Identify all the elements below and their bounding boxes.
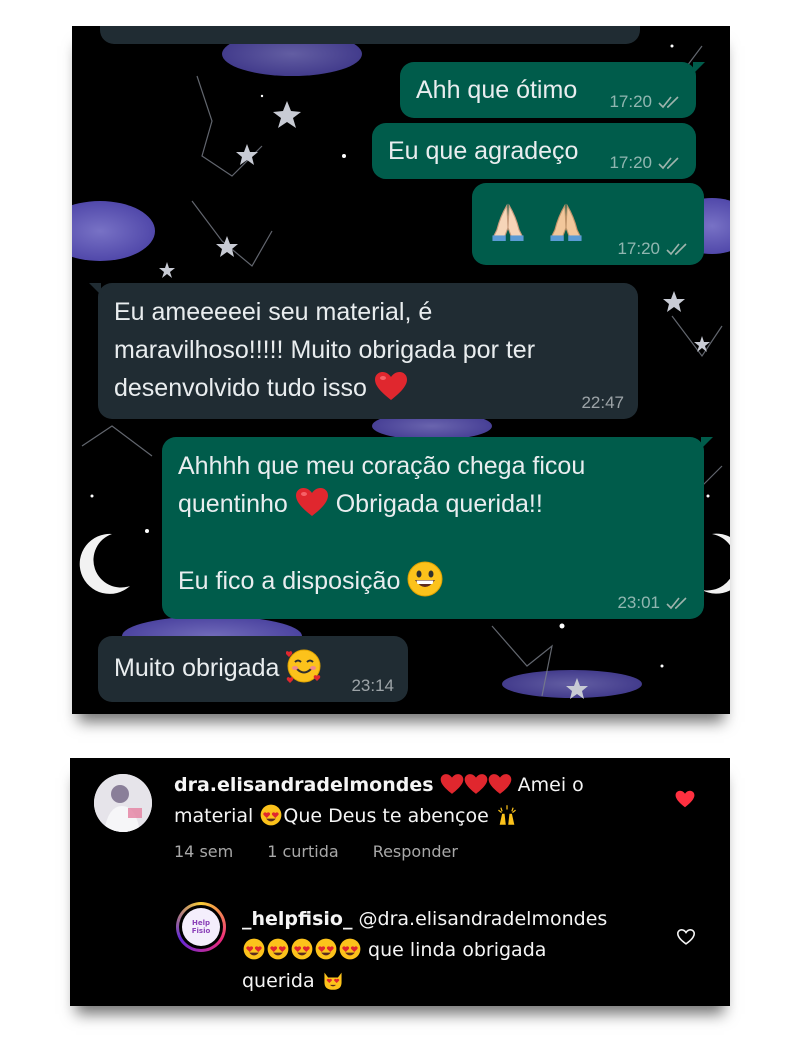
message-text: Ahh que ótimo xyxy=(416,76,578,104)
comment: dra.elisandradelmondes Amei o material Q… xyxy=(174,770,664,832)
double-check-icon xyxy=(666,242,690,256)
message-text: Eu que agradeço xyxy=(388,137,579,165)
reply-text: que linda obrigada xyxy=(368,939,547,961)
message-time: 17:20 xyxy=(617,239,660,258)
message-line-text: Eu fico a disposição xyxy=(178,567,401,595)
double-check-icon xyxy=(658,156,682,170)
message-time: 17:20 xyxy=(609,153,652,172)
message-line: Ahhhh que meu coração chega ficou xyxy=(178,452,586,480)
message-bubble-outgoing[interactable]: 17:20 xyxy=(472,183,704,265)
avatar-logo-text: Help Fisio xyxy=(191,919,211,935)
heart-eyes-cat-icon xyxy=(324,972,342,990)
reply-text: querida xyxy=(242,970,315,992)
heart-eyes-icon xyxy=(315,938,337,960)
raising-hands-icon xyxy=(497,805,516,825)
bubble-tail xyxy=(701,437,713,449)
heart-emojis xyxy=(440,774,518,796)
heart-eyes-icon xyxy=(267,938,289,960)
reply-comment: _helpfisio_ @dra.elisandradelmondes que … xyxy=(242,904,662,997)
message-line: Eu fico a disposição xyxy=(178,561,688,600)
message-meta: 17:20 xyxy=(609,92,682,112)
heart-eyes-icon xyxy=(243,938,265,960)
red-heart-icon xyxy=(488,774,511,794)
heart-eyes-emojis xyxy=(242,938,368,961)
message-meta: 23:01 xyxy=(617,593,690,613)
red-heart-icon xyxy=(374,372,407,400)
red-heart-icon xyxy=(440,774,463,794)
folded-hands-icon xyxy=(492,203,524,241)
comment-age: 14 sem xyxy=(174,842,234,861)
message-meta: 22:47 xyxy=(581,393,624,413)
message-time: 17:20 xyxy=(609,92,652,111)
reply-button[interactable]: Responder xyxy=(373,842,458,861)
message-bubble-clipped xyxy=(100,26,640,44)
message-time: 22:47 xyxy=(581,393,624,412)
comment-text: Amei o xyxy=(517,774,584,796)
heart-outline-icon[interactable] xyxy=(677,929,695,945)
message-meta: 17:20 xyxy=(609,153,682,173)
avatar-logo: Help Fisio xyxy=(182,908,220,946)
mention-link[interactable]: @dra.elisandradelmondes xyxy=(359,908,608,930)
avatar-inner: Help Fisio xyxy=(179,905,223,949)
message-line: maravilhoso!!!!! Muito obrigada por ter xyxy=(114,336,536,364)
instagram-comments-panel: dra.elisandradelmondes Amei o material Q… xyxy=(70,758,730,1006)
heart-eyes-icon xyxy=(260,804,282,826)
avatar-photo xyxy=(94,774,152,832)
bubble-tail xyxy=(89,283,101,295)
heart-filled-icon[interactable] xyxy=(675,790,695,808)
emoji-row xyxy=(488,199,688,243)
message-line: desenvolvido tudo isso xyxy=(114,369,622,407)
message-bubble-outgoing[interactable]: Eu que agradeço 17:20 xyxy=(372,123,696,179)
message-time: 23:14 xyxy=(351,676,394,695)
avatar[interactable]: Help Fisio xyxy=(176,902,226,952)
message-text: Muito obrigada xyxy=(114,654,280,682)
chat-panel: Ahh que ótimo 17:20 Eu que agradeço 17:2… xyxy=(72,26,730,714)
message-bubble-incoming[interactable]: Eu ameeeeei seu material, é maravilhoso!… xyxy=(89,283,638,419)
red-heart-icon xyxy=(464,774,487,794)
folded-hands-icon xyxy=(550,203,582,241)
comment-meta: 14 sem 1 curtida Responder xyxy=(174,842,458,861)
message-meta: 17:20 xyxy=(617,239,690,259)
message-line: quentinho Obrigada querida!! xyxy=(178,485,688,523)
message-line-text: Obrigada querida!! xyxy=(335,490,543,518)
message-bubble-outgoing[interactable]: Ahh que ótimo 17:20 xyxy=(400,62,705,118)
grinning-face-icon xyxy=(407,561,443,597)
message-line-text: desenvolvido tudo isso xyxy=(114,374,367,402)
message-bubble-incoming[interactable]: Muito obrigada 23:14 xyxy=(98,636,408,702)
comment-likes[interactable]: 1 curtida xyxy=(267,842,338,861)
double-check-icon xyxy=(658,95,682,109)
heart-eyes-icon xyxy=(291,938,313,960)
message-bubble-outgoing[interactable]: Ahhhh que meu coração chega ficou quenti… xyxy=(162,437,713,619)
comment-username[interactable]: dra.elisandradelmondes xyxy=(174,774,434,796)
message-line-text: quentinho xyxy=(178,490,288,518)
heart-eyes-icon xyxy=(339,938,361,960)
double-check-icon xyxy=(666,596,690,610)
avatar[interactable] xyxy=(94,774,152,832)
comment-text: material xyxy=(174,805,254,827)
red-heart-icon xyxy=(295,488,328,516)
smiling-face-with-hearts-icon xyxy=(286,649,321,683)
message-meta: 23:14 xyxy=(351,676,394,696)
comment-text: Que Deus te abençoe xyxy=(283,805,489,827)
message-line: Eu ameeeeei seu material, é xyxy=(114,298,433,326)
reply-username[interactable]: _helpfisio_ xyxy=(242,908,352,930)
message-time: 23:01 xyxy=(617,593,660,612)
bubble-tail xyxy=(693,62,705,74)
